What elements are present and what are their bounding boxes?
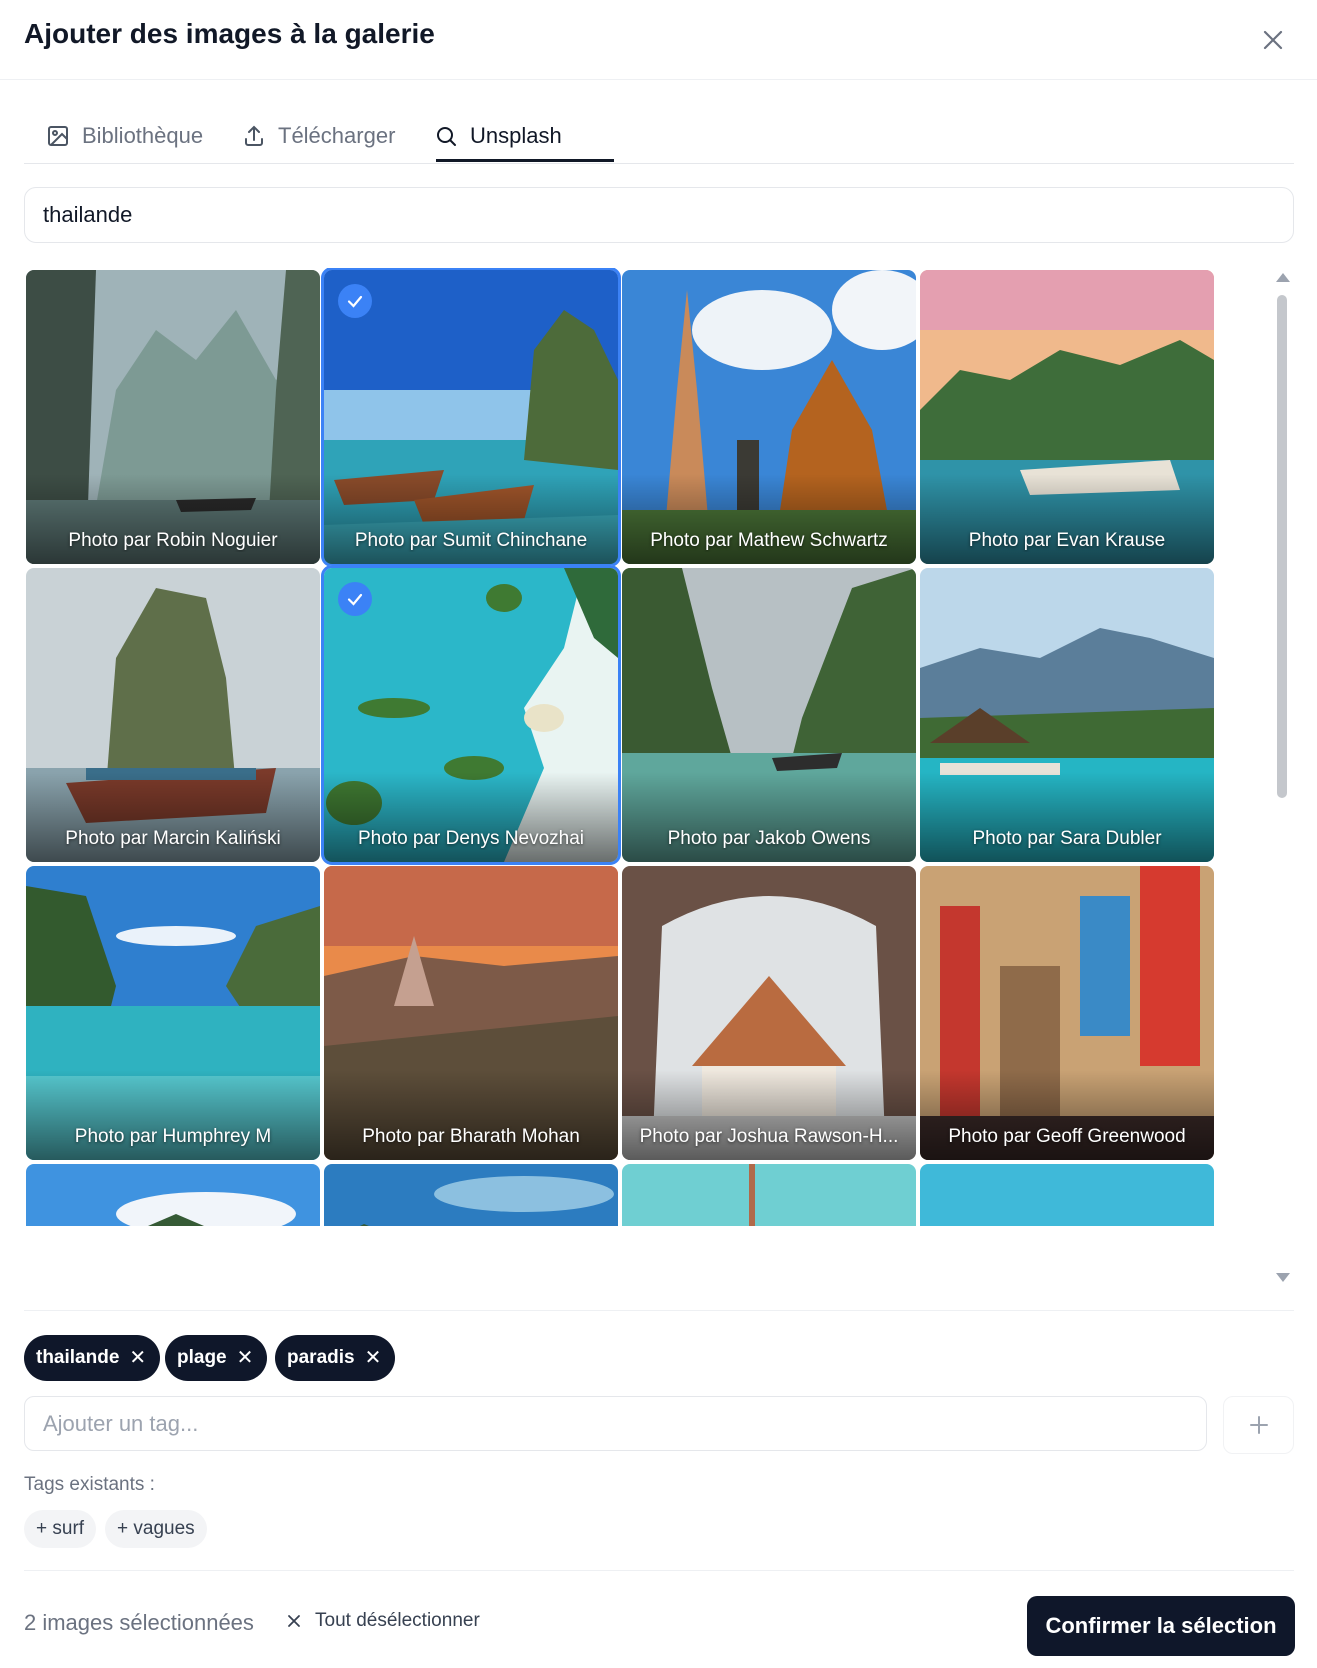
deselect-all-label: Tout désélectionner	[315, 1610, 480, 1631]
search-icon	[437, 127, 456, 146]
close-icon	[288, 1615, 300, 1627]
photo-grid[interactable]: Photo par Robin Noguier Photo par Sumit …	[24, 268, 1294, 1288]
tag-input[interactable]	[24, 1396, 1207, 1451]
checkmark-icon	[347, 593, 363, 606]
photo-tile[interactable]: Photo par Denys Nevozhai	[321, 565, 621, 865]
grid-bottom-mask	[24, 1226, 1294, 1288]
photo-caption: Photo par Mathew Schwartz	[650, 530, 888, 551]
photo-caption: Photo par Denys Nevozhai	[357, 828, 584, 849]
applied-tag: thailande ✕	[24, 1335, 161, 1381]
applied-tag-label: plage	[177, 1347, 227, 1368]
photo-tile[interactable]: Photo par Sumit Chinchane	[321, 268, 621, 567]
divider	[24, 1310, 1294, 1311]
upload-icon	[245, 125, 263, 146]
tab-telecharger[interactable]: Télécharger	[242, 108, 395, 164]
deselect-all-button[interactable]: Tout désélectionner	[287, 1610, 480, 1632]
dialog-title: Ajouter des images à la galerie	[24, 18, 435, 49]
photo-tile[interactable]: Photo par Humphrey M	[26, 866, 320, 1160]
photo-caption: Photo par Evan Krause	[968, 530, 1166, 551]
tab-unsplash[interactable]: Unsplash	[434, 108, 562, 164]
close-icon	[1263, 30, 1283, 50]
remove-tag-icon[interactable]: ✕	[129, 1348, 146, 1368]
photo-tile[interactable]: Photo par Sara Dubler	[920, 568, 1214, 862]
plus-icon	[1249, 1416, 1268, 1434]
photo-tile[interactable]: Photo par Marcin Kaliński	[26, 568, 320, 862]
tab-bibliotheque-label: Bibliothèque	[82, 123, 204, 148]
selection-count: 2 images sélectionnées	[24, 1610, 254, 1635]
photo-tile[interactable]: Photo par Bharath Mohan	[324, 866, 618, 1160]
applied-tag: paradis ✕	[275, 1335, 396, 1381]
photo-tile[interactable]: Photo par Robin Noguier	[26, 270, 320, 564]
photo-tile[interactable]: Photo par Joshua Rawson-H...	[622, 866, 916, 1160]
remove-tag-icon[interactable]: ✕	[237, 1348, 254, 1368]
photo-caption: Photo par Jakob Owens	[667, 828, 871, 849]
photo-tile[interactable]: Photo par Mathew Schwartz	[622, 270, 916, 564]
scroll-thumb[interactable]	[1277, 295, 1287, 798]
scroll-up-arrow-icon[interactable]	[1276, 273, 1290, 282]
photo-caption: Photo par Sara Dubler	[972, 828, 1162, 849]
existing-tags-label: Tags existants :	[24, 1474, 155, 1495]
confirm-selection-button[interactable]: Confirmer la sélection	[1027, 1596, 1295, 1656]
remove-tag-icon[interactable]: ✕	[365, 1348, 382, 1368]
photo-tile[interactable]: Photo par Jakob Owens	[622, 568, 916, 862]
divider	[24, 1570, 1294, 1571]
photo-caption: Photo par Joshua Rawson-H...	[639, 1126, 899, 1147]
source-tabs: Bibliothèque Télécharger Unsplash	[24, 108, 1294, 164]
photo-caption: Photo par Bharath Mohan	[362, 1126, 580, 1147]
applied-tag-label: thailande	[36, 1347, 120, 1368]
checkmark-icon	[347, 295, 363, 308]
suggested-tag[interactable]: + vagues	[105, 1510, 207, 1548]
tab-unsplash-label: Unsplash	[470, 123, 562, 148]
grid-scrollbar[interactable]	[1272, 268, 1292, 1288]
photo-caption: Photo par Geoff Greenwood	[948, 1126, 1186, 1147]
photo-caption: Photo par Humphrey M	[74, 1126, 272, 1147]
photo-caption: Photo par Marcin Kaliński	[65, 828, 281, 849]
close-button[interactable]	[1253, 20, 1293, 60]
suggested-tag[interactable]: + surf	[24, 1510, 97, 1548]
applied-tag-label: paradis	[287, 1347, 355, 1368]
scroll-down-arrow-icon[interactable]	[1276, 1273, 1290, 1282]
dialog-header: Ajouter des images à la galerie	[0, 0, 1317, 80]
active-tab-indicator	[436, 159, 614, 162]
photo-tile[interactable]: Photo par Evan Krause	[920, 270, 1214, 564]
photo-caption: Photo par Robin Noguier	[68, 530, 278, 551]
photo-tile[interactable]: Photo par Geoff Greenwood	[920, 866, 1214, 1160]
tab-bibliotheque[interactable]: Bibliothèque	[46, 108, 203, 164]
add-tag-button[interactable]	[1223, 1396, 1294, 1454]
applied-tag: plage ✕	[165, 1335, 268, 1381]
selected-check-badge	[338, 582, 372, 616]
image-icon	[48, 126, 68, 146]
unsplash-search-input[interactable]	[24, 187, 1294, 243]
photo-caption: Photo par Sumit Chinchane	[354, 530, 588, 551]
selected-check-badge	[338, 284, 372, 318]
tab-telecharger-label: Télécharger	[278, 123, 396, 148]
